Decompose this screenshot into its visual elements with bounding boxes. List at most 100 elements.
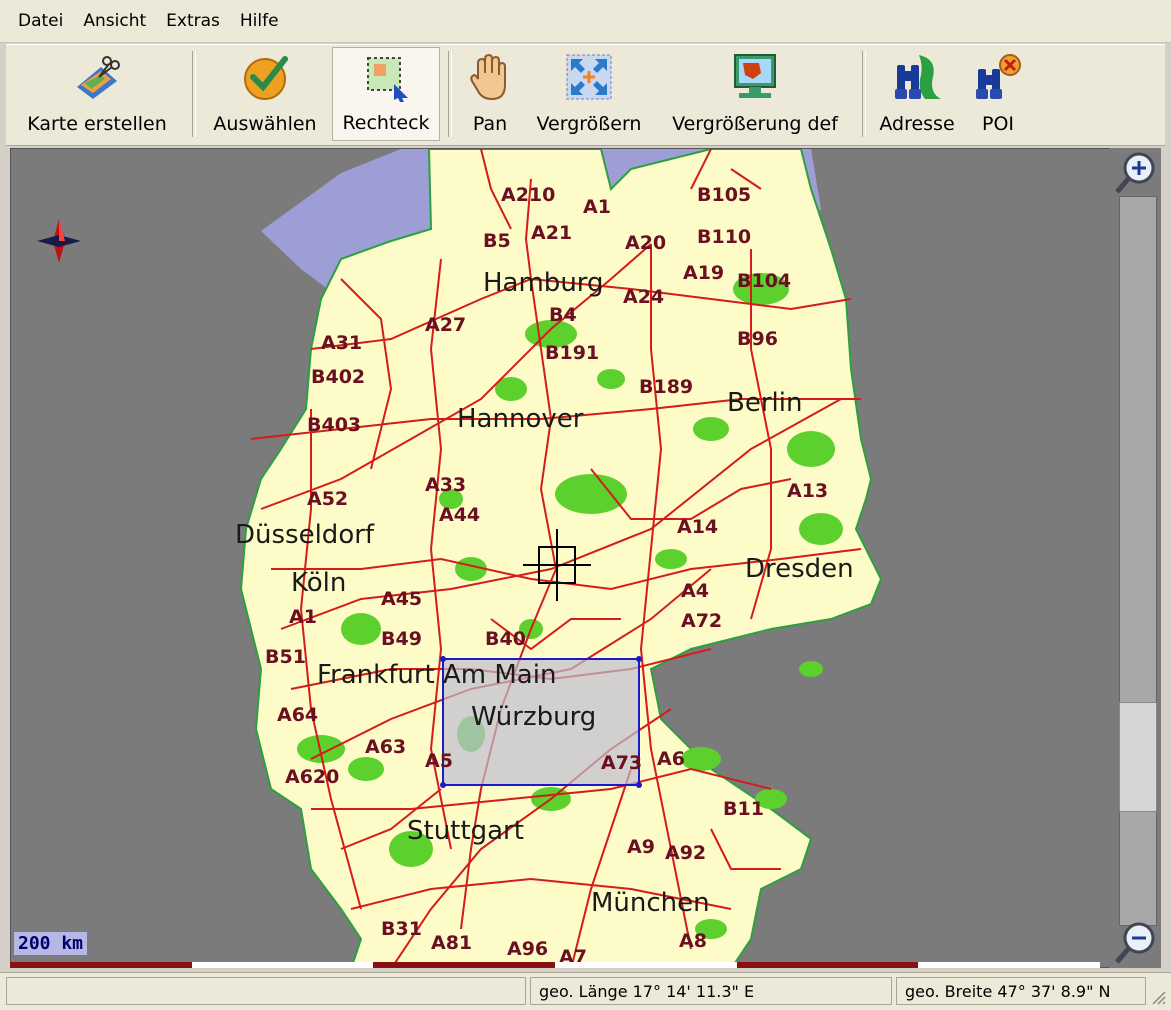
menu-ansicht[interactable]: Ansicht bbox=[73, 11, 156, 31]
monitor-icon bbox=[734, 54, 776, 98]
city-label-hannover: Hannover bbox=[457, 404, 584, 434]
road-label: A13 bbox=[787, 480, 828, 502]
road-label: A14 bbox=[677, 516, 718, 538]
road-label: A63 bbox=[365, 736, 406, 758]
city-label-dresden: Dresden bbox=[745, 554, 854, 584]
road-label: A72 bbox=[681, 610, 722, 632]
longitude-readout: geo. Länge 17° 14' 11.3" E bbox=[530, 977, 892, 1005]
zoom-scrollbar[interactable] bbox=[1109, 148, 1161, 968]
road-label: A9 bbox=[627, 836, 655, 858]
road-label: A8 bbox=[679, 930, 707, 952]
road-label: A52 bbox=[307, 488, 348, 510]
road-label: A44 bbox=[439, 504, 480, 526]
city-label-muenchen: München bbox=[591, 888, 710, 918]
road-label: B189 bbox=[639, 376, 693, 398]
zoom-in-icon[interactable] bbox=[1113, 150, 1159, 196]
create-map-label: Karte erstellen bbox=[27, 113, 167, 135]
toolbar-separator bbox=[862, 51, 866, 137]
city-label-stuttgart: Stuttgart bbox=[407, 816, 524, 846]
road-label: A81 bbox=[431, 932, 472, 954]
road-label: A1 bbox=[289, 606, 317, 628]
map-canvas[interactable]: A210 A1 B105 B5 A21 A20 B110 A19 B104 A2… bbox=[11, 149, 1161, 968]
zoom-label: Vergrößern bbox=[536, 113, 642, 135]
select-label: Auswählen bbox=[213, 113, 317, 135]
road-label: A1 bbox=[583, 196, 611, 218]
resize-grip-icon[interactable] bbox=[1147, 986, 1167, 1006]
zoom-button[interactable]: Vergrößern bbox=[528, 47, 650, 141]
road-label: A21 bbox=[531, 222, 572, 244]
road-label: B104 bbox=[737, 270, 791, 292]
hand-icon bbox=[470, 53, 506, 101]
road-label: A33 bbox=[425, 474, 466, 496]
status-bar: geo. Länge 17° 14' 11.3" E geo. Breite 4… bbox=[0, 972, 1171, 1010]
rectangle-select-icon bbox=[367, 57, 408, 102]
status-cell-empty bbox=[6, 977, 526, 1005]
toolbar-separator bbox=[192, 51, 196, 137]
binoculars-icon bbox=[895, 55, 941, 99]
pan-label: Pan bbox=[472, 113, 508, 135]
road-label: B11 bbox=[723, 798, 764, 820]
road-label: B105 bbox=[697, 184, 751, 206]
zoom-in-icon bbox=[566, 54, 612, 100]
address-label: Adresse bbox=[879, 113, 955, 135]
rectangle-button[interactable]: Rechteck bbox=[332, 47, 440, 141]
menu-datei[interactable]: Datei bbox=[0, 11, 73, 31]
road-label: B96 bbox=[737, 328, 778, 350]
road-label: A620 bbox=[285, 766, 339, 788]
city-label-duesseldorf: Düsseldorf bbox=[235, 520, 375, 550]
city-label-berlin: Berlin bbox=[727, 388, 802, 418]
toolbar: Karte erstellen Auswählen Rechteck Pan V… bbox=[6, 44, 1165, 146]
road-label: A96 bbox=[507, 938, 548, 960]
road-label: B40 bbox=[485, 628, 526, 650]
poi-label: POI bbox=[981, 113, 1015, 135]
scroll-thumb[interactable] bbox=[1119, 702, 1157, 812]
scroll-track[interactable] bbox=[1119, 196, 1157, 926]
road-label: B110 bbox=[697, 226, 751, 248]
menu-extras[interactable]: Extras bbox=[156, 11, 230, 31]
road-label: A5 bbox=[425, 750, 453, 772]
latitude-readout: geo. Breite 47° 37' 8.9" N bbox=[896, 977, 1146, 1005]
pan-button[interactable]: Pan bbox=[458, 47, 522, 141]
zoom-def-label: Vergrößerung def bbox=[672, 113, 838, 135]
road-label: A92 bbox=[665, 842, 706, 864]
create-map-button[interactable]: Karte erstellen bbox=[12, 47, 182, 141]
road-label: A210 bbox=[501, 184, 555, 206]
zoom-def-button[interactable]: Vergrößerung def bbox=[656, 47, 854, 141]
road-label: A24 bbox=[623, 286, 664, 308]
city-label-hamburg: Hamburg bbox=[483, 268, 604, 298]
menu-hilfe[interactable]: Hilfe bbox=[230, 11, 289, 31]
road-label: B31 bbox=[381, 918, 422, 940]
road-label: B191 bbox=[545, 342, 599, 364]
road-label: A19 bbox=[683, 262, 724, 284]
city-label-wuerzburg: Würzburg bbox=[471, 702, 596, 732]
road-label: B5 bbox=[483, 230, 511, 252]
road-label: B402 bbox=[311, 366, 365, 388]
road-label: A73 bbox=[601, 752, 642, 774]
road-label: A45 bbox=[381, 588, 422, 610]
address-button[interactable]: Adresse bbox=[872, 47, 962, 141]
create-map-icon bbox=[77, 56, 120, 99]
map-view[interactable]: A210 A1 B105 B5 A21 A20 B110 A19 B104 A2… bbox=[10, 148, 1161, 968]
road-label: A27 bbox=[425, 314, 466, 336]
city-label-frankfurt: Frankfurt Am Main bbox=[317, 660, 556, 690]
select-button[interactable]: Auswählen bbox=[202, 47, 328, 141]
road-label: A64 bbox=[277, 704, 318, 726]
road-label: B403 bbox=[307, 414, 361, 436]
checkmark-icon bbox=[244, 56, 288, 100]
road-label: B51 bbox=[265, 646, 306, 668]
road-label: B49 bbox=[381, 628, 422, 650]
road-label: A6 bbox=[657, 748, 685, 770]
road-label: A4 bbox=[681, 580, 709, 602]
scale-label: 200 km bbox=[14, 932, 88, 955]
poi-binoculars-icon bbox=[976, 54, 1021, 99]
menu-bar: Datei Ansicht Extras Hilfe bbox=[0, 0, 1171, 43]
city-label-koeln: Köln bbox=[291, 568, 346, 598]
road-label: A20 bbox=[625, 232, 666, 254]
rectangle-label: Rechteck bbox=[342, 112, 430, 134]
road-label: B4 bbox=[549, 304, 577, 326]
zoom-out-icon[interactable] bbox=[1113, 920, 1159, 966]
poi-button[interactable]: POI bbox=[968, 47, 1028, 141]
scale-bar bbox=[10, 962, 1101, 968]
toolbar-separator bbox=[448, 51, 452, 137]
road-label: A31 bbox=[321, 332, 362, 354]
